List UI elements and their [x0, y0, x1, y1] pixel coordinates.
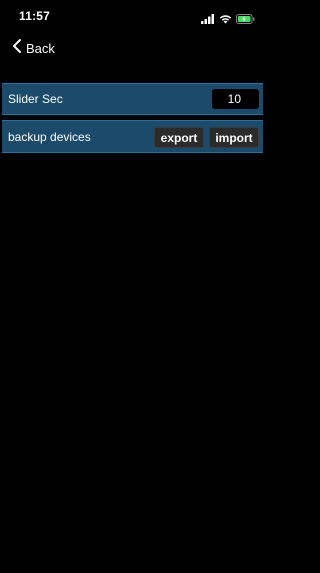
- status-bar: 11:57: [0, 0, 265, 34]
- import-button[interactable]: import: [209, 127, 259, 148]
- navigation-bar: Back: [0, 36, 265, 60]
- slider-sec-input[interactable]: 10: [212, 89, 259, 109]
- backup-devices-label: backup devices: [8, 129, 91, 144]
- back-button[interactable]: Back: [12, 36, 55, 60]
- chevron-left-icon: [12, 38, 22, 59]
- slider-sec-row: Slider Sec 10: [2, 83, 263, 115]
- backup-devices-row: backup devices export import: [2, 120, 263, 153]
- status-time: 11:57: [19, 9, 51, 23]
- slider-sec-label: Slider Sec: [8, 92, 63, 106]
- status-icons: [201, 11, 255, 29]
- export-button[interactable]: export: [154, 127, 204, 148]
- back-label: Back: [26, 40, 55, 56]
- wifi-icon: [219, 11, 232, 29]
- battery-charging-icon: [236, 11, 255, 29]
- cellular-signal-icon: [201, 11, 215, 29]
